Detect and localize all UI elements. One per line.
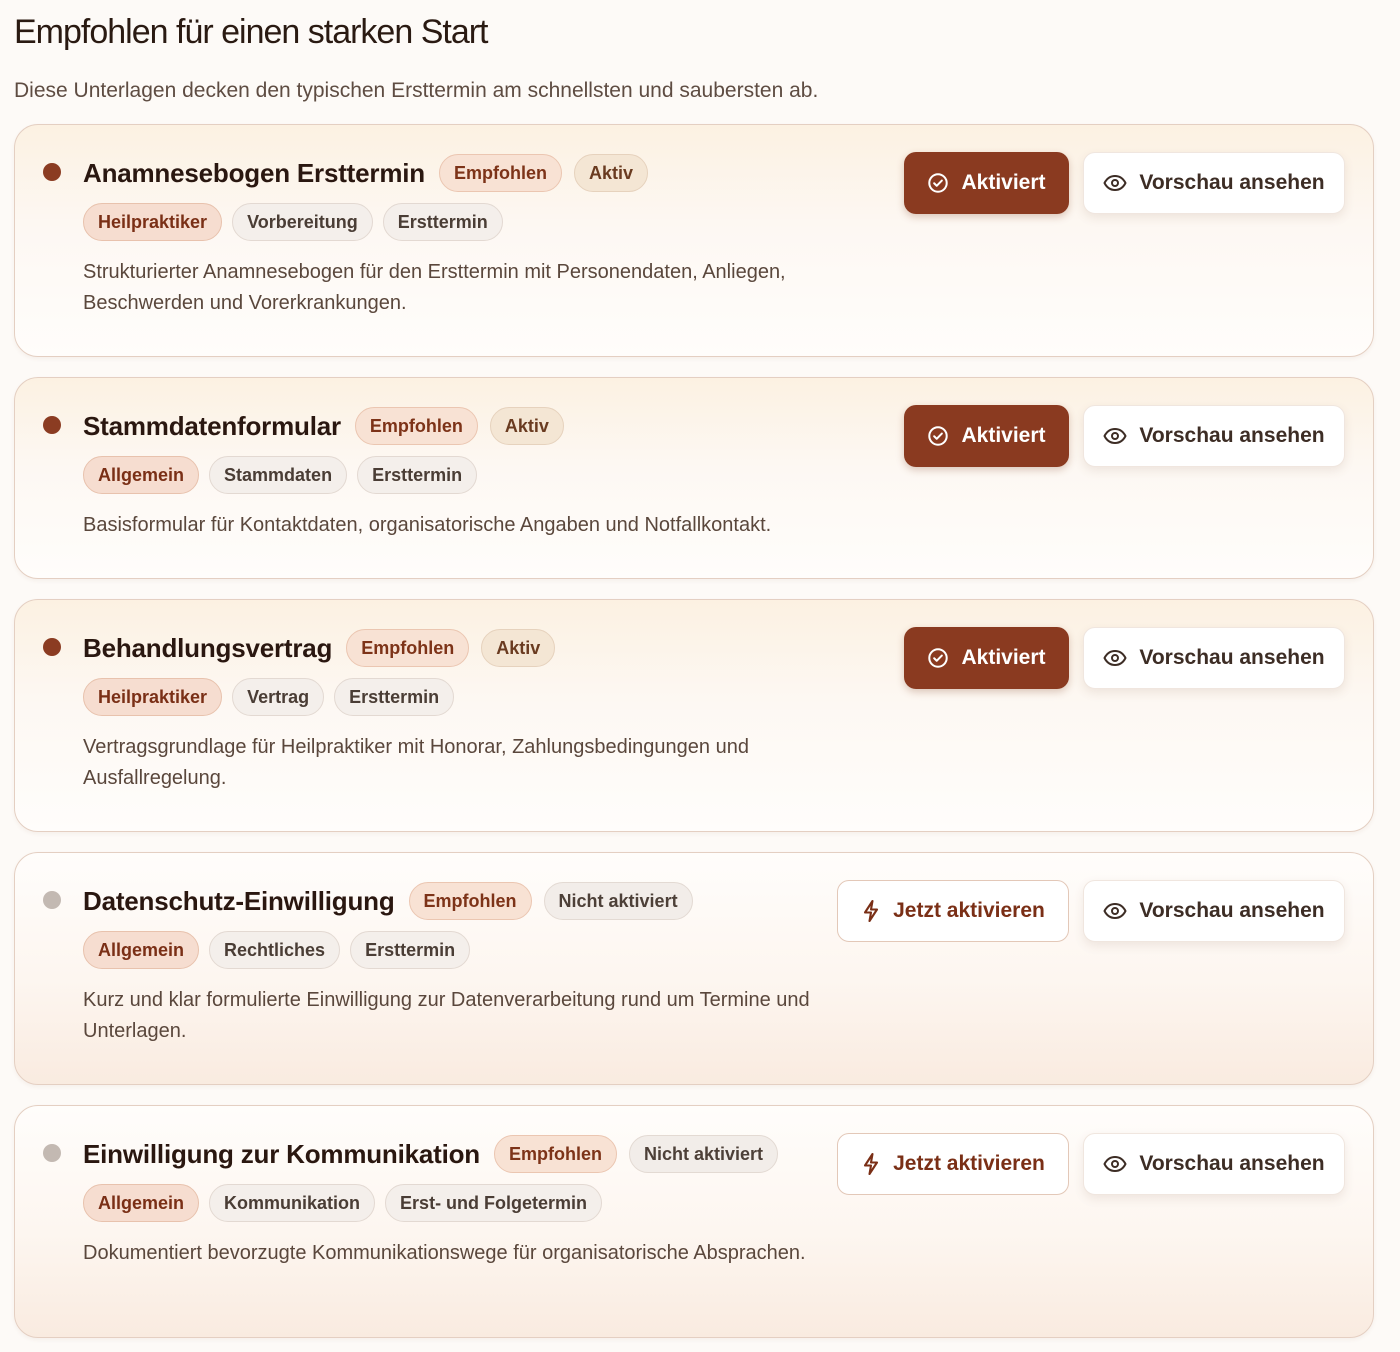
- status-dot-active: [43, 163, 61, 181]
- page-title: Empfohlen für einen starken Start: [14, 13, 489, 51]
- category-tag: Allgemein: [83, 456, 200, 494]
- document-card: Stammdatenformular Empfohlen Aktiv Allgemei…: [14, 377, 1374, 579]
- category-tag: Allgemein: [83, 931, 200, 969]
- check-circle-icon: [927, 647, 961, 669]
- check-circle-icon: [927, 172, 961, 194]
- tag-list: Allgemein Kommunikation Erst- und Folgeter…: [83, 1184, 612, 1222]
- preview-button-label: Vorschau ansehen: [1139, 646, 1325, 669]
- status-dot-active: [43, 638, 61, 656]
- card-title-row: Anamnesebogen Ersttermin Empfohlen Aktiv: [83, 153, 660, 193]
- eye-icon: [1103, 427, 1139, 445]
- document-card: Datenschutz-Einwilligung Empfohlen Nicht a…: [14, 852, 1374, 1085]
- page-subtitle: Diese Unterlagen decken den typischen Er…: [14, 79, 819, 102]
- document-card: Behandlungsvertrag Empfohlen Aktiv Heilprak…: [14, 599, 1374, 832]
- status-dot-inactive: [43, 1144, 61, 1162]
- card-title-row: Stammdatenformular Empfohlen Aktiv: [83, 406, 576, 446]
- eye-icon: [1103, 1155, 1139, 1173]
- recommended-badge: Empfohlen: [346, 629, 470, 667]
- card-actions: Aktiviert Vorschau ansehen: [904, 405, 1345, 469]
- status-dot-inactive: [43, 891, 61, 909]
- preview-button[interactable]: Vorschau ansehen: [1083, 627, 1345, 689]
- preview-button-label: Vorschau ansehen: [1139, 899, 1325, 922]
- tag: Vertrag: [232, 678, 325, 716]
- activate-button-label: Jetzt aktivieren: [893, 1152, 1045, 1175]
- card-title: Anamnesebogen Ersttermin: [83, 157, 425, 188]
- tag-list: Heilpraktiker Vorbereitung Ersttermin: [83, 203, 513, 241]
- status-badge: Aktiv: [481, 629, 556, 667]
- activated-button[interactable]: Aktiviert: [904, 152, 1069, 214]
- preview-button[interactable]: Vorschau ansehen: [1083, 152, 1345, 214]
- card-actions: Aktiviert Vorschau ansehen: [904, 627, 1345, 691]
- document-card: Einwilligung zur Kommunikation Empfohlen N…: [14, 1105, 1374, 1338]
- preview-button-label: Vorschau ansehen: [1139, 1152, 1325, 1175]
- card-description: Vertragsgrundlage für Heilpraktiker mit …: [83, 736, 749, 789]
- tag: Ersttermin: [382, 203, 503, 241]
- activate-button[interactable]: Jetzt aktivieren: [837, 1133, 1069, 1195]
- tag: Ersttermin: [350, 931, 471, 969]
- check-circle-icon: [927, 425, 961, 447]
- tag: Rechtliches: [209, 931, 341, 969]
- tag-list: Allgemein Rechtliches Ersttermin: [83, 931, 480, 969]
- card-title: Stammdatenformular: [83, 410, 341, 441]
- eye-icon: [1103, 649, 1139, 667]
- tag: Kommunikation: [209, 1184, 376, 1222]
- preview-button-label: Vorschau ansehen: [1139, 424, 1325, 447]
- lightning-icon: [861, 1152, 893, 1176]
- card-actions: Jetzt aktivieren Vorschau ansehen: [837, 1133, 1345, 1197]
- activated-button-label: Aktiviert: [961, 171, 1046, 194]
- recommended-badge: Empfohlen: [408, 882, 532, 920]
- card-title-row: Einwilligung zur Kommunikation Empfohlen N…: [83, 1134, 790, 1174]
- category-tag: Heilpraktiker: [83, 203, 223, 241]
- status-badge: Nicht aktiviert: [543, 882, 693, 920]
- activate-button[interactable]: Jetzt aktivieren: [837, 880, 1069, 942]
- activated-button-label: Aktiviert: [961, 646, 1046, 669]
- preview-button-label: Vorschau ansehen: [1139, 171, 1325, 194]
- activated-button-label: Aktiviert: [961, 424, 1046, 447]
- card-description: Kurz und klar formulierte Einwilligung z…: [83, 989, 810, 1042]
- lightning-icon: [861, 899, 893, 923]
- preview-button[interactable]: Vorschau ansehen: [1083, 880, 1345, 942]
- category-tag: Heilpraktiker: [83, 678, 223, 716]
- recommended-badge: Empfohlen: [354, 407, 478, 445]
- status-badge: Aktiv: [573, 154, 648, 192]
- tag: Stammdaten: [209, 456, 348, 494]
- activated-button[interactable]: Aktiviert: [904, 405, 1069, 467]
- recommended-badge: Empfohlen: [494, 1135, 617, 1173]
- document-card: Anamnesebogen Ersttermin Empfohlen Aktiv He…: [14, 124, 1374, 357]
- status-dot-active: [43, 416, 61, 434]
- card-title: Einwilligung zur Kommunikation: [83, 1138, 480, 1169]
- card-title: Behandlungsvertrag: [83, 632, 333, 663]
- category-tag: Allgemein: [83, 1184, 200, 1222]
- card-title-row: Behandlungsvertrag Empfohlen Aktiv: [83, 628, 567, 668]
- status-badge: Aktiv: [489, 407, 564, 445]
- tag: Ersttermin: [334, 678, 455, 716]
- card-actions: Jetzt aktivieren Vorschau ansehen: [837, 880, 1345, 944]
- tag: Erst- und Folgetermin: [385, 1184, 603, 1222]
- eye-icon: [1103, 902, 1139, 920]
- tag-list: Heilpraktiker Vertrag Ersttermin: [83, 678, 464, 716]
- recommendations-page: Empfohlen für einen starken Start Diese …: [14, 0, 1376, 104]
- tag: Ersttermin: [357, 456, 478, 494]
- preview-button[interactable]: Vorschau ansehen: [1083, 1133, 1345, 1195]
- card-description: Strukturierter Anamnesebogen für den Ers…: [83, 261, 786, 314]
- preview-button[interactable]: Vorschau ansehen: [1083, 405, 1345, 467]
- card-actions: Aktiviert Vorschau ansehen: [904, 152, 1345, 216]
- tag: Vorbereitung: [232, 203, 373, 241]
- activate-button-label: Jetzt aktivieren: [893, 899, 1045, 922]
- activated-button[interactable]: Aktiviert: [904, 627, 1069, 689]
- status-badge: Nicht aktiviert: [629, 1135, 779, 1173]
- card-description: Basisformular für Kontaktdaten, organisa…: [83, 514, 772, 536]
- eye-icon: [1103, 174, 1139, 192]
- card-title: Datenschutz-Einwilligung: [83, 885, 395, 916]
- tag-list: Allgemein Stammdaten Ersttermin: [83, 456, 487, 494]
- card-description: Dokumentiert bevorzugte Kommunikationswe…: [83, 1242, 806, 1264]
- card-title-row: Datenschutz-Einwilligung Empfohlen Nicht a…: [83, 881, 705, 921]
- recommended-badge: Empfohlen: [438, 154, 562, 192]
